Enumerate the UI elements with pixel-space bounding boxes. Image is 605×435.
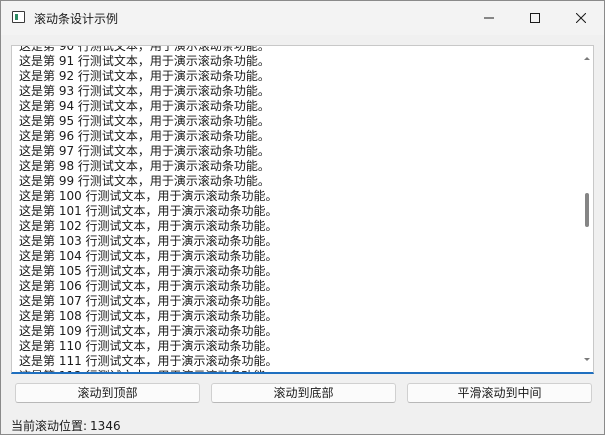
text-line: 这是第 112 行测试文本，用于演示滚动条功能。: [19, 369, 579, 372]
text-line: 这是第 111 行测试文本，用于演示滚动条功能。: [19, 354, 278, 368]
minimize-icon: [484, 17, 494, 18]
text-line: 这是第 106 行测试文本，用于演示滚动条功能。: [19, 279, 278, 293]
text-line: 这是第 91 行测试文本，用于演示滚动条功能。: [19, 54, 270, 68]
vertical-scrollbar[interactable]: [581, 46, 593, 372]
scroll-down-arrow-icon[interactable]: [584, 358, 590, 361]
scroll-position-value: 1346: [90, 419, 121, 433]
scrollbar-thumb[interactable]: [585, 193, 589, 227]
text-line: 这是第 97 行测试文本，用于演示滚动条功能。: [19, 144, 270, 158]
window-title: 滚动条设计示例: [34, 12, 119, 26]
smooth-scroll-middle-button[interactable]: 平滑滚动到中间: [407, 383, 592, 403]
app-window: 滚动条设计示例 这是第 90 行测试文本，用于演示滚动条功能。 这是第 91 行测…: [0, 0, 605, 435]
text-line: 这是第 95 行测试文本，用于演示滚动条功能。: [19, 114, 270, 128]
scroll-to-bottom-button[interactable]: 滚动到底部: [211, 383, 396, 403]
text-line: 这是第 90 行测试文本，用于演示滚动条功能。: [19, 45, 270, 53]
scroll-up-arrow-icon[interactable]: [584, 57, 590, 60]
close-button[interactable]: [558, 1, 604, 34]
close-icon: [576, 12, 586, 23]
app-window-icon: [12, 11, 25, 23]
text-line: 这是第 100 行测试文本，用于演示滚动条功能。: [19, 189, 278, 203]
scroll-position-label: 当前滚动位置:: [11, 419, 88, 433]
maximize-icon: [530, 12, 540, 23]
text-line: 这是第 93 行测试文本，用于演示滚动条功能。: [19, 84, 270, 98]
status-bar: 当前滚动位置: 1346: [11, 417, 121, 434]
text-line: 这是第 103 行测试文本，用于演示滚动条功能。: [19, 234, 278, 248]
text-line: 这是第 109 行测试文本，用于演示滚动条功能。: [19, 324, 278, 338]
text-lines: 这是第 90 行测试文本，用于演示滚动条功能。 这是第 91 行测试文本，用于演示…: [19, 45, 579, 372]
maximize-button[interactable]: [512, 1, 558, 34]
text-line: 这是第 92 行测试文本，用于演示滚动条功能。: [19, 69, 270, 83]
text-line: 这是第 104 行测试文本，用于演示滚动条功能。: [19, 249, 278, 263]
text-line: 这是第 107 行测试文本，用于演示滚动条功能。: [19, 294, 278, 308]
text-line: 这是第 110 行测试文本，用于演示滚动条功能。: [19, 339, 278, 353]
text-area[interactable]: 这是第 90 行测试文本，用于演示滚动条功能。 这是第 91 行测试文本，用于演示…: [11, 45, 594, 374]
text-line: 这是第 108 行测试文本，用于演示滚动条功能。: [19, 309, 278, 323]
title-bar[interactable]: 滚动条设计示例: [1, 1, 604, 35]
text-line: 这是第 102 行测试文本，用于演示滚动条功能。: [19, 219, 278, 233]
scroll-to-top-button[interactable]: 滚动到顶部: [15, 383, 200, 403]
text-line: 这是第 99 行测试文本，用于演示滚动条功能。: [19, 174, 270, 188]
text-line: 这是第 94 行测试文本，用于演示滚动条功能。: [19, 99, 270, 113]
text-line: 这是第 98 行测试文本，用于演示滚动条功能。: [19, 159, 270, 173]
text-line: 这是第 101 行测试文本，用于演示滚动条功能。: [19, 204, 278, 218]
text-line: 这是第 105 行测试文本，用于演示滚动条功能。: [19, 264, 278, 278]
text-line: 这是第 96 行测试文本，用于演示滚动条功能。: [19, 129, 270, 143]
minimize-button[interactable]: [466, 1, 512, 34]
